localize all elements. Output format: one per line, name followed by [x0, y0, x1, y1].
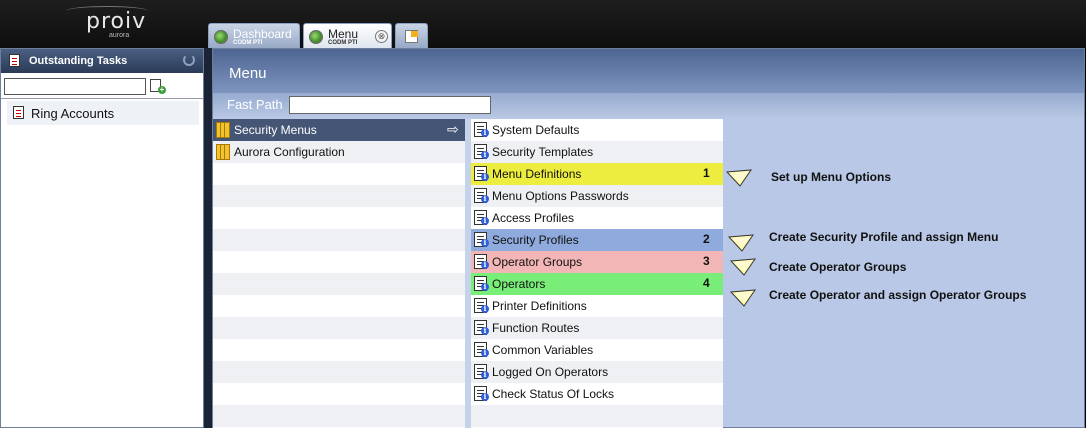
tab-title: Menu [328, 27, 359, 41]
folder-icon [216, 144, 230, 160]
task-search-input[interactable] [4, 78, 146, 95]
menu-option[interactable]: Operators 4 [471, 273, 723, 295]
arrow-right-icon: ⇨ [447, 121, 459, 137]
option-label: Access Profiles [492, 211, 575, 225]
add-task-icon[interactable]: + [149, 78, 166, 95]
panel-splitter[interactable] [204, 48, 212, 428]
option-label: Check Status Of Locks [492, 387, 615, 401]
tab-subtitle: CODM PTI [233, 40, 263, 46]
annotation-text: Create Security Profile and assign Menu [769, 230, 999, 244]
option-label: Logged On Operators [492, 365, 609, 379]
annotation-text: Create Operator Groups [769, 260, 907, 274]
folder-item-security-menus[interactable]: Security Menus ⇨ [213, 119, 465, 141]
fast-path-bar: Fast Path [213, 93, 1084, 117]
panel-title: Outstanding Tasks [29, 55, 128, 67]
option-label: Menu Definitions [492, 167, 582, 181]
task-item-ring-accounts[interactable]: Ring Accounts [7, 101, 199, 125]
document-info-icon [474, 232, 489, 247]
logo-text: proiv [86, 9, 147, 34]
option-label: System Defaults [492, 123, 580, 137]
new-document-icon [405, 30, 418, 43]
document-info-icon [474, 298, 489, 313]
fast-path-input[interactable] [289, 96, 491, 114]
fast-path-label: Fast Path [227, 97, 283, 112]
folder-label: Aurora Configuration [234, 145, 345, 159]
menu-option[interactable]: Menu Definitions 1 [471, 163, 723, 185]
divider [1, 98, 203, 99]
tab-subtitle: CODM PTI [328, 40, 358, 46]
tab-menu[interactable]: Menu CODM PTI ⊗ [303, 23, 392, 48]
annotation-text: Create Operator and assign Operator Grou… [769, 288, 1027, 302]
menu-option[interactable]: Operator Groups 3 [471, 251, 723, 273]
option-label: Security Templates [492, 145, 594, 159]
callout-arrow-icon [728, 234, 754, 252]
new-tab-button[interactable] [395, 23, 428, 48]
callout-arrow-icon [726, 169, 752, 187]
step-number: 4 [703, 276, 710, 290]
menu-option[interactable]: Printer Definitions [471, 295, 723, 317]
folder-item-aurora-configuration[interactable]: Aurora Configuration [213, 141, 465, 163]
folder-label: Security Menus [234, 123, 317, 137]
menu-options-list: System Defaults Security Templates Menu … [471, 119, 723, 428]
menu-option[interactable]: Common Variables [471, 339, 723, 361]
option-label: Operator Groups [492, 255, 583, 269]
menu-option[interactable]: Logged On Operators [471, 361, 723, 383]
step-number: 2 [703, 232, 710, 246]
annotation-text: Set up Menu Options [771, 170, 891, 184]
menu-option[interactable]: System Defaults [471, 119, 723, 141]
document-info-icon [474, 386, 489, 401]
logo-subtext: aurora [109, 32, 130, 39]
menu-option[interactable]: Function Routes [471, 317, 723, 339]
tasks-icon [9, 54, 20, 67]
document-info-icon [474, 364, 489, 379]
document-info-icon [474, 144, 489, 159]
outstanding-tasks-panel: Outstanding Tasks + Ring Accounts [0, 48, 204, 428]
menu-panel: Menu Fast Path Security Menus ⇨ Aurora C… [212, 48, 1085, 428]
folder-icon [216, 122, 230, 138]
document-info-icon [474, 188, 489, 203]
option-label: Security Profiles [492, 233, 579, 247]
option-label: Menu Options Passwords [492, 189, 629, 203]
panel-header: Outstanding Tasks [1, 49, 203, 73]
menu-option[interactable]: Menu Options Passwords [471, 185, 723, 207]
step-number: 3 [703, 254, 710, 268]
menu-header: Menu [213, 49, 1084, 93]
option-label: Printer Definitions [492, 299, 587, 313]
tab-title: Dashboard [233, 27, 292, 41]
menu-option[interactable]: Security Templates [471, 141, 723, 163]
callout-arrow-icon [730, 258, 756, 276]
task-icon [13, 106, 24, 119]
option-label: Common Variables [492, 343, 594, 357]
option-label: Function Routes [492, 321, 580, 335]
globe-icon [309, 30, 323, 44]
document-info-icon [474, 166, 489, 181]
globe-icon [214, 30, 228, 44]
document-info-icon [474, 254, 489, 269]
document-info-icon [474, 122, 489, 137]
option-label: Operators [492, 277, 546, 291]
document-info-icon [474, 276, 489, 291]
document-info-icon [474, 320, 489, 335]
top-bar: proiv aurora Dashboard CODM PTI Menu COD… [0, 0, 1086, 48]
menu-folder-list: Security Menus ⇨ Aurora Configuration [213, 119, 465, 428]
page-title: Menu [229, 65, 267, 82]
proiv-logo: proiv aurora [66, 6, 148, 44]
menu-option[interactable]: Access Profiles [471, 207, 723, 229]
menu-option[interactable]: Security Profiles 2 [471, 229, 723, 251]
menu-option[interactable]: Check Status Of Locks [471, 383, 723, 405]
step-number: 1 [703, 166, 710, 180]
callout-arrow-icon [730, 289, 756, 307]
task-label: Ring Accounts [31, 106, 115, 121]
tab-dashboard[interactable]: Dashboard CODM PTI [208, 23, 300, 48]
document-info-icon [474, 210, 489, 225]
refresh-icon[interactable] [183, 54, 195, 66]
close-icon[interactable]: ⊗ [375, 30, 388, 43]
document-info-icon [474, 342, 489, 357]
